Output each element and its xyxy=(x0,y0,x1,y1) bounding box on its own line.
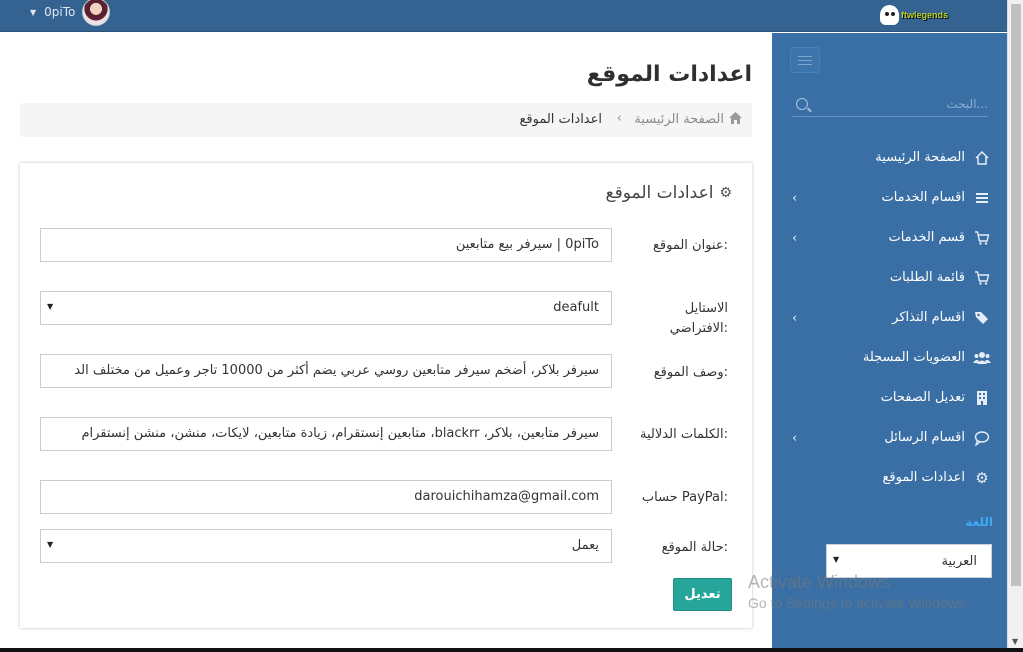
keywords-label: الكلمات الدلالية: xyxy=(640,427,728,442)
sidebar-item-label: تعديل الصفحات xyxy=(880,390,965,405)
sidebar-item-services[interactable]: ‹ قسم الخدمات xyxy=(772,219,1007,259)
site-description-label: وصف الموقع: xyxy=(653,365,728,380)
sidebar-item-label: اقسام الخدمات xyxy=(881,190,965,205)
site-description-value: سيرفر بلاكر، أضخم سيرفر متابعين روسي عرب… xyxy=(74,363,599,378)
chat-icon xyxy=(973,429,991,447)
users-icon xyxy=(973,349,991,367)
sidebar-item-home[interactable]: الصفحة الرئيسية xyxy=(772,139,1007,179)
home-icon xyxy=(973,149,991,167)
card-title: اعدادات الموقع ⚙ xyxy=(606,183,732,203)
language-label: اللغة xyxy=(965,515,993,529)
sidebar-item-pages[interactable]: تعديل الصفحات xyxy=(772,379,1007,419)
sidebar-item-service-categories[interactable]: ‹ اقسام الخدمات xyxy=(772,179,1007,219)
chevron-left-icon: ‹ xyxy=(792,431,798,446)
settings-card: اعدادات الموقع ⚙ 0piTo | سيرفر بيع متابع… xyxy=(20,163,752,628)
sidebar-search[interactable]: البحث... xyxy=(792,95,988,117)
keywords-input[interactable]: سيرفر متابعين، بلاكر، blackrr، متابعين إ… xyxy=(40,417,612,451)
card-title-text: اعدادات الموقع xyxy=(605,183,714,203)
sidebar-item-messages[interactable]: ‹ اقسام الرسائل xyxy=(772,419,1007,459)
sidebar: البحث... الصفحة الرئيسية ‹ اقسام الخدمات… xyxy=(772,33,1007,652)
language-value: العربية xyxy=(941,554,977,569)
breadcrumb-current: اعدادات الموقع xyxy=(519,112,602,127)
username: 0piTo xyxy=(44,5,76,19)
list-icon xyxy=(973,189,991,207)
menu-toggle-button[interactable] xyxy=(790,47,820,73)
breadcrumb-separator: ‹ xyxy=(616,111,622,126)
sidebar-item-label: قائمة الطلبات xyxy=(889,270,965,285)
breadcrumb-home-link[interactable]: الصفحة الرئيسية xyxy=(634,112,724,127)
sidebar-item-label: العضويات المسجلة xyxy=(862,350,965,365)
gear-icon: ⚙ xyxy=(975,469,989,487)
scrollbar-thumb[interactable] xyxy=(1011,4,1021,586)
sidebar-item-label: الصفحة الرئيسية xyxy=(875,150,965,165)
logo-text: ftwlegends xyxy=(900,10,948,20)
sidebar-item-settings[interactable]: ⚙ اعدادات الموقع xyxy=(772,459,1007,499)
site-logo[interactable]: ftwlegends xyxy=(880,4,948,26)
chevron-left-icon: ‹ xyxy=(792,231,798,246)
user-menu[interactable]: ▼ 0piTo xyxy=(30,0,75,24)
ghost-logo-icon xyxy=(880,5,899,25)
watermark-title: Activate Windows xyxy=(748,572,891,592)
chevron-down-icon: ▼ xyxy=(30,7,37,17)
chevron-left-icon: ‹ xyxy=(792,191,798,206)
sidebar-item-label: اقسام التذاكر xyxy=(892,310,965,325)
sidebar-item-tickets[interactable]: ‹ اقسام التذاكر xyxy=(772,299,1007,339)
paypal-email-input[interactable]: darouichihamza@gmail.com xyxy=(40,480,612,514)
watermark-subtitle: Go to Settings to activate Windows. xyxy=(748,595,969,611)
cart-icon xyxy=(973,269,991,287)
top-navbar: ▼ 0piTo ftwlegends xyxy=(0,0,1007,32)
default-style-label: الاستايل الافتراضي: xyxy=(669,301,728,336)
tags-icon xyxy=(973,309,991,327)
search-icon[interactable] xyxy=(796,98,808,110)
scroll-down-arrow-icon[interactable]: ▼ xyxy=(1012,637,1018,646)
site-title-value: 0piTo | سيرفر بيع متابعين xyxy=(455,237,599,252)
gear-icon: ⚙ xyxy=(719,185,732,201)
building-icon xyxy=(973,389,991,407)
page-scrollbar[interactable]: ▼ xyxy=(1007,0,1023,652)
site-status-value: يعمل xyxy=(571,538,599,553)
default-style-select[interactable]: ▼ deafult xyxy=(40,291,612,325)
dropdown-arrow-icon: ▼ xyxy=(47,302,54,311)
paypal-email-value: darouichihamza@gmail.com xyxy=(414,489,599,504)
dropdown-arrow-icon: ▼ xyxy=(833,555,840,564)
home-icon[interactable] xyxy=(729,112,742,128)
paypal-label: حساب PayPal: xyxy=(641,490,728,505)
sidebar-item-members[interactable]: العضويات المسجلة xyxy=(772,339,1007,379)
windows-activation-watermark: Activate Windows Go to Settings to activ… xyxy=(748,572,969,611)
dropdown-arrow-icon: ▼ xyxy=(47,540,54,549)
sidebar-item-label: قسم الخدمات xyxy=(888,230,965,245)
taskbar-edge xyxy=(0,648,1023,652)
site-title-label: عنوان الموقع: xyxy=(652,238,728,253)
avatar[interactable] xyxy=(82,0,110,26)
site-status-select[interactable]: ▼ يعمل xyxy=(40,529,612,563)
chevron-left-icon: ‹ xyxy=(792,311,798,326)
site-description-input[interactable]: سيرفر بلاكر، أضخم سيرفر متابعين روسي عرب… xyxy=(40,354,612,388)
default-style-value: deafult xyxy=(553,300,599,315)
breadcrumb: الصفحة الرئيسية ‹ اعدادات الموقع xyxy=(20,103,752,137)
hamburger-icon xyxy=(798,55,812,57)
page-title: اعدادات الموقع xyxy=(586,62,752,87)
site-status-label: حالة الموقع: xyxy=(661,540,728,555)
search-input[interactable]: البحث... xyxy=(946,97,988,111)
keywords-value: سيرفر متابعين، بلاكر، blackrr، متابعين إ… xyxy=(81,426,599,441)
sidebar-item-label: اقسام الرسائل xyxy=(884,430,965,445)
save-button[interactable]: تعديل xyxy=(673,578,732,611)
site-title-input[interactable]: 0piTo | سيرفر بيع متابعين xyxy=(40,228,612,262)
sidebar-item-label: اعدادات الموقع xyxy=(882,470,965,485)
sidebar-item-orders[interactable]: قائمة الطلبات xyxy=(772,259,1007,299)
cart-icon xyxy=(973,229,991,247)
